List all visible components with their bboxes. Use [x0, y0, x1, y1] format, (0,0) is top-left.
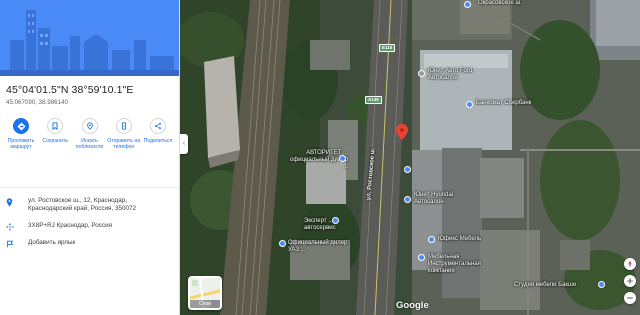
place-hero-image[interactable]	[0, 0, 179, 76]
zoom-out-button[interactable]	[624, 292, 636, 304]
place-panel: 45°04'01.5"N 38°59'10.1"E 45.067090, 38.…	[0, 0, 180, 315]
save-label: Сохранить	[42, 138, 69, 144]
minus-icon	[627, 297, 633, 299]
label-uaz-dealer[interactable]: Официальный дилер УАЗ ...	[288, 240, 347, 254]
nearby-label: Искать поблизости	[75, 138, 104, 151]
plus-code-icon	[6, 222, 22, 231]
action-bar: Проложить маршрут Сохранить Искать побли…	[0, 106, 179, 188]
compass-button[interactable]	[624, 258, 636, 270]
compass-icon	[628, 260, 632, 268]
coordinates-decimal[interactable]: 45.067090, 38.986140	[0, 96, 179, 106]
poi-hyundai-1-icon[interactable]	[404, 166, 411, 173]
collapse-panel-button[interactable]: ‹	[180, 134, 188, 154]
add-label-row[interactable]: Добавить ярлык	[0, 239, 179, 248]
location-pin-icon	[6, 197, 22, 207]
label-sber-atm[interactable]: Банкомат Сбербанк	[476, 100, 531, 107]
label-okrasovskoe[interactable]: Окрасовское ш.	[478, 0, 522, 7]
poi-expert-icon[interactable]	[332, 217, 339, 224]
road-shield-a136: A136	[365, 96, 382, 104]
label-expert[interactable]: Эксперт ... автосервис	[304, 218, 336, 232]
coordinates-dms: 45°04'01.5"N 38°59'10.1"E	[6, 84, 134, 96]
send-to-phone-label: Отправить на телефон	[107, 138, 141, 151]
layers-label: Слои	[190, 300, 220, 308]
bookmark-icon	[47, 118, 64, 134]
directions-icon	[13, 118, 29, 134]
address-text: ул. Ростовское ш., 12, Краснодар, Красно…	[28, 197, 136, 212]
plus-code-text: 3X8P+RJ Краснодар, Россия	[28, 222, 113, 229]
phone-icon	[115, 118, 132, 134]
poi-sber-icon[interactable]	[466, 101, 473, 108]
save-button[interactable]: Сохранить	[38, 118, 72, 187]
add-label-text: Добавить ярлык	[28, 239, 76, 246]
poi-ford-icon[interactable]	[418, 70, 425, 77]
directions-label: Проложить маршрут	[7, 138, 35, 151]
layers-button[interactable]: Слои	[188, 276, 222, 310]
plus-code-row[interactable]: 3X8P+RJ Краснодар, Россия	[0, 222, 179, 231]
poi-furniture-icon[interactable]	[418, 254, 425, 261]
label-flag-icon	[6, 239, 22, 248]
label-studio[interactable]: Студия мебели Бакше	[514, 282, 576, 289]
poi-uaz-icon[interactable]	[279, 240, 286, 247]
label-hyundai[interactable]: Юнит Hyundai Автосалон	[414, 192, 453, 206]
poi-ufs-icon[interactable]	[428, 236, 435, 243]
map-canvas[interactable]: E115 A136 ул. Ростовское ш. Окрасовское …	[180, 0, 640, 315]
share-button[interactable]: Поделиться	[141, 118, 175, 187]
satellite-imagery	[180, 0, 640, 315]
nearby-icon	[81, 118, 98, 134]
road-shield-e115: E115	[379, 44, 396, 52]
poi-hyundai-2-icon[interactable]	[404, 196, 411, 203]
zoom-in-button[interactable]	[624, 275, 636, 287]
poi-avtoritet-icon[interactable]	[339, 155, 346, 162]
google-watermark: Google	[396, 300, 429, 311]
poi-studio-icon[interactable]	[598, 281, 605, 288]
directions-button[interactable]: Проложить маршрут	[4, 118, 38, 187]
plus-icon	[627, 278, 633, 284]
poi-okrasovskoe-icon[interactable]	[464, 1, 471, 8]
send-to-phone-button[interactable]: Отправить на телефон	[107, 118, 141, 187]
label-ford-dealer[interactable]: Юнит Авто Ford Автосалон	[428, 68, 472, 82]
label-furniture[interactable]: Мебельная Инструментальная компания	[428, 254, 481, 275]
nearby-button[interactable]: Искать поблизости	[73, 118, 107, 187]
share-label: Поделиться	[143, 138, 173, 144]
share-icon	[150, 118, 166, 134]
label-ufs[interactable]: Юфикс Мебель	[438, 236, 481, 243]
address-row[interactable]: ул. Ростовское ш., 12, Краснодар, Красно…	[0, 197, 179, 213]
street-view-illustration	[0, 0, 179, 76]
